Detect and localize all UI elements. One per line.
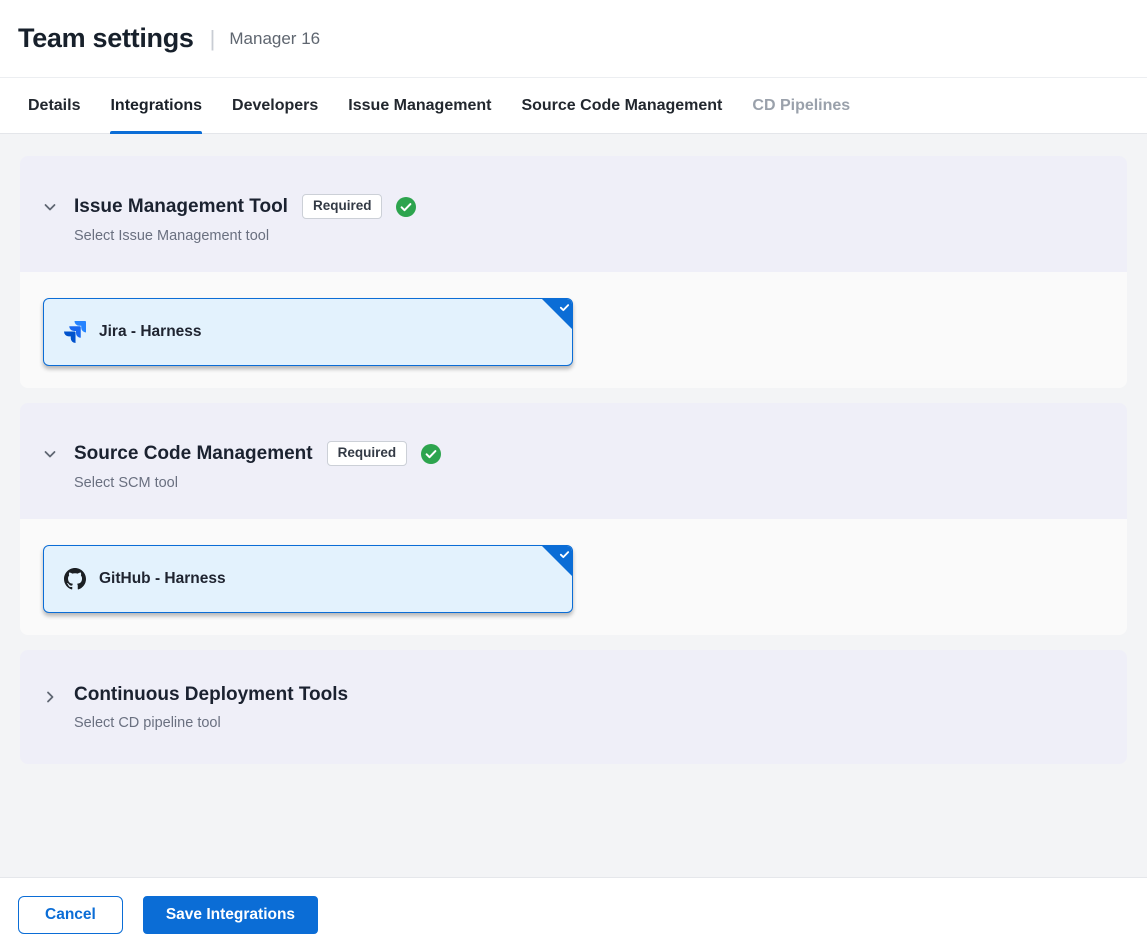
github-icon — [64, 568, 86, 590]
section-title: Continuous Deployment Tools — [74, 684, 348, 706]
section-header: Source Code Management Required Select S… — [20, 403, 1127, 519]
option-jira-harness[interactable]: Jira - Harness — [43, 298, 573, 366]
section-subtitle: Select CD pipeline tool — [74, 715, 348, 731]
tab-source-code-management[interactable]: Source Code Management — [521, 78, 722, 133]
section-title: Issue Management Tool — [74, 196, 288, 218]
section-subtitle: Select SCM tool — [74, 475, 441, 491]
tab-issue-management[interactable]: Issue Management — [348, 78, 491, 133]
section-subtitle: Select Issue Management tool — [74, 228, 416, 244]
section-header: Issue Management Tool Required Select Is… — [20, 156, 1127, 272]
required-badge: Required — [302, 194, 383, 219]
tab-integrations[interactable]: Integrations — [110, 78, 202, 133]
selected-corner-badge — [542, 546, 572, 576]
section-title: Source Code Management — [74, 443, 313, 465]
jira-icon — [64, 321, 86, 343]
option-github-harness[interactable]: GitHub - Harness — [43, 545, 573, 613]
section-body: Jira - Harness — [20, 272, 1127, 388]
tab-details[interactable]: Details — [28, 78, 80, 133]
selected-corner-badge — [542, 299, 572, 329]
selected-check-icon — [559, 302, 570, 313]
team-settings-page: Team settings | Manager 16 Details Integ… — [0, 0, 1147, 952]
section-source-code-management: Source Code Management Required Select S… — [20, 403, 1127, 635]
tab-bar: Details Integrations Developers Issue Ma… — [0, 78, 1147, 134]
option-label: Jira - Harness — [99, 323, 202, 341]
title-separator: | — [210, 26, 216, 52]
page-header: Team settings | Manager 16 — [0, 0, 1147, 78]
chevron-down-icon[interactable] — [42, 446, 58, 462]
complete-check-icon — [421, 444, 441, 464]
page-title: Team settings — [18, 23, 194, 54]
footer-actions: Cancel Save Integrations — [0, 877, 1147, 952]
integrations-panel: Issue Management Tool Required Select Is… — [0, 134, 1147, 877]
section-issue-management-tool: Issue Management Tool Required Select Is… — [20, 156, 1127, 388]
save-integrations-button[interactable]: Save Integrations — [143, 896, 318, 934]
cancel-button[interactable]: Cancel — [18, 896, 123, 934]
required-badge: Required — [327, 441, 408, 466]
section-body: GitHub - Harness — [20, 519, 1127, 635]
tab-cd-pipelines: CD Pipelines — [752, 78, 850, 133]
complete-check-icon — [396, 197, 416, 217]
option-label: GitHub - Harness — [99, 570, 226, 588]
section-continuous-deployment-tools: Continuous Deployment Tools Select CD pi… — [20, 650, 1127, 764]
chevron-right-icon[interactable] — [42, 689, 58, 705]
page-subtitle: Manager 16 — [229, 29, 320, 49]
selected-check-icon — [559, 549, 570, 560]
section-header: Continuous Deployment Tools Select CD pi… — [20, 650, 1127, 764]
tab-developers[interactable]: Developers — [232, 78, 318, 133]
chevron-down-icon[interactable] — [42, 199, 58, 215]
